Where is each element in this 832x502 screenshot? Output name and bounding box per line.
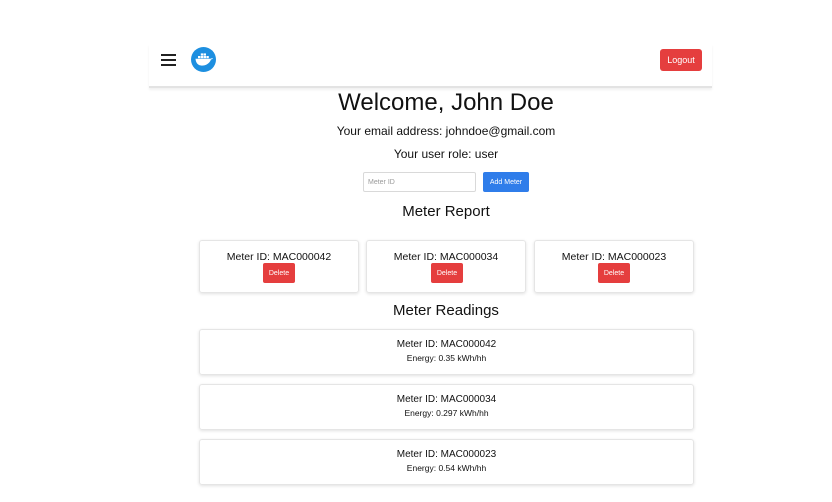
reading-meter-id: Meter ID: MAC000042 [396, 339, 497, 350]
meter-reading-card: Meter ID: MAC000034 Energy: 0.297 kWh/hh [199, 384, 694, 430]
reading-meter-id: Meter ID: MAC000034 [396, 394, 497, 405]
reading-energy: Energy: 0.297 kWh/hh [404, 408, 489, 418]
reading-energy: Energy: 0.54 kWh/hh [406, 463, 487, 473]
meter-reading-card: Meter ID: MAC000042 Energy: 0.35 kWh/hh [199, 329, 694, 375]
hamburger-menu-icon[interactable] [161, 53, 177, 69]
meter-id-input[interactable] [363, 172, 476, 192]
reading-energy: Energy: 0.35 kWh/hh [406, 353, 487, 363]
delete-meter-button[interactable]: Delete [431, 263, 463, 283]
user-role-text: Your user role: user [393, 147, 499, 161]
meter-report-card: Meter ID: MAC000042 Delete [199, 240, 359, 293]
user-email-text: Your email address: johndoe@gmail.com [336, 124, 556, 138]
meter-readings-title: Meter Readings [393, 302, 499, 319]
meter-id-label: Meter ID: MAC000034 [393, 251, 499, 263]
reading-meter-id: Meter ID: MAC000023 [396, 449, 497, 460]
meter-report-card: Meter ID: MAC000034 Delete [366, 240, 526, 293]
welcome-heading: Welcome, John Doe [338, 89, 554, 116]
logout-button[interactable]: Logout [660, 49, 702, 71]
add-meter-button[interactable]: Add Meter [483, 172, 529, 192]
docker-whale-icon[interactable] [191, 47, 216, 72]
meter-id-label: Meter ID: MAC000023 [561, 251, 667, 263]
meter-report-title: Meter Report [402, 203, 490, 220]
top-navbar: Logout [149, 44, 712, 88]
delete-meter-button[interactable]: Delete [598, 263, 630, 283]
delete-meter-button[interactable]: Delete [263, 263, 295, 283]
meter-id-label: Meter ID: MAC000042 [226, 251, 332, 263]
meter-reading-card: Meter ID: MAC000023 Energy: 0.54 kWh/hh [199, 439, 694, 485]
meter-report-card: Meter ID: MAC000023 Delete [534, 240, 694, 293]
